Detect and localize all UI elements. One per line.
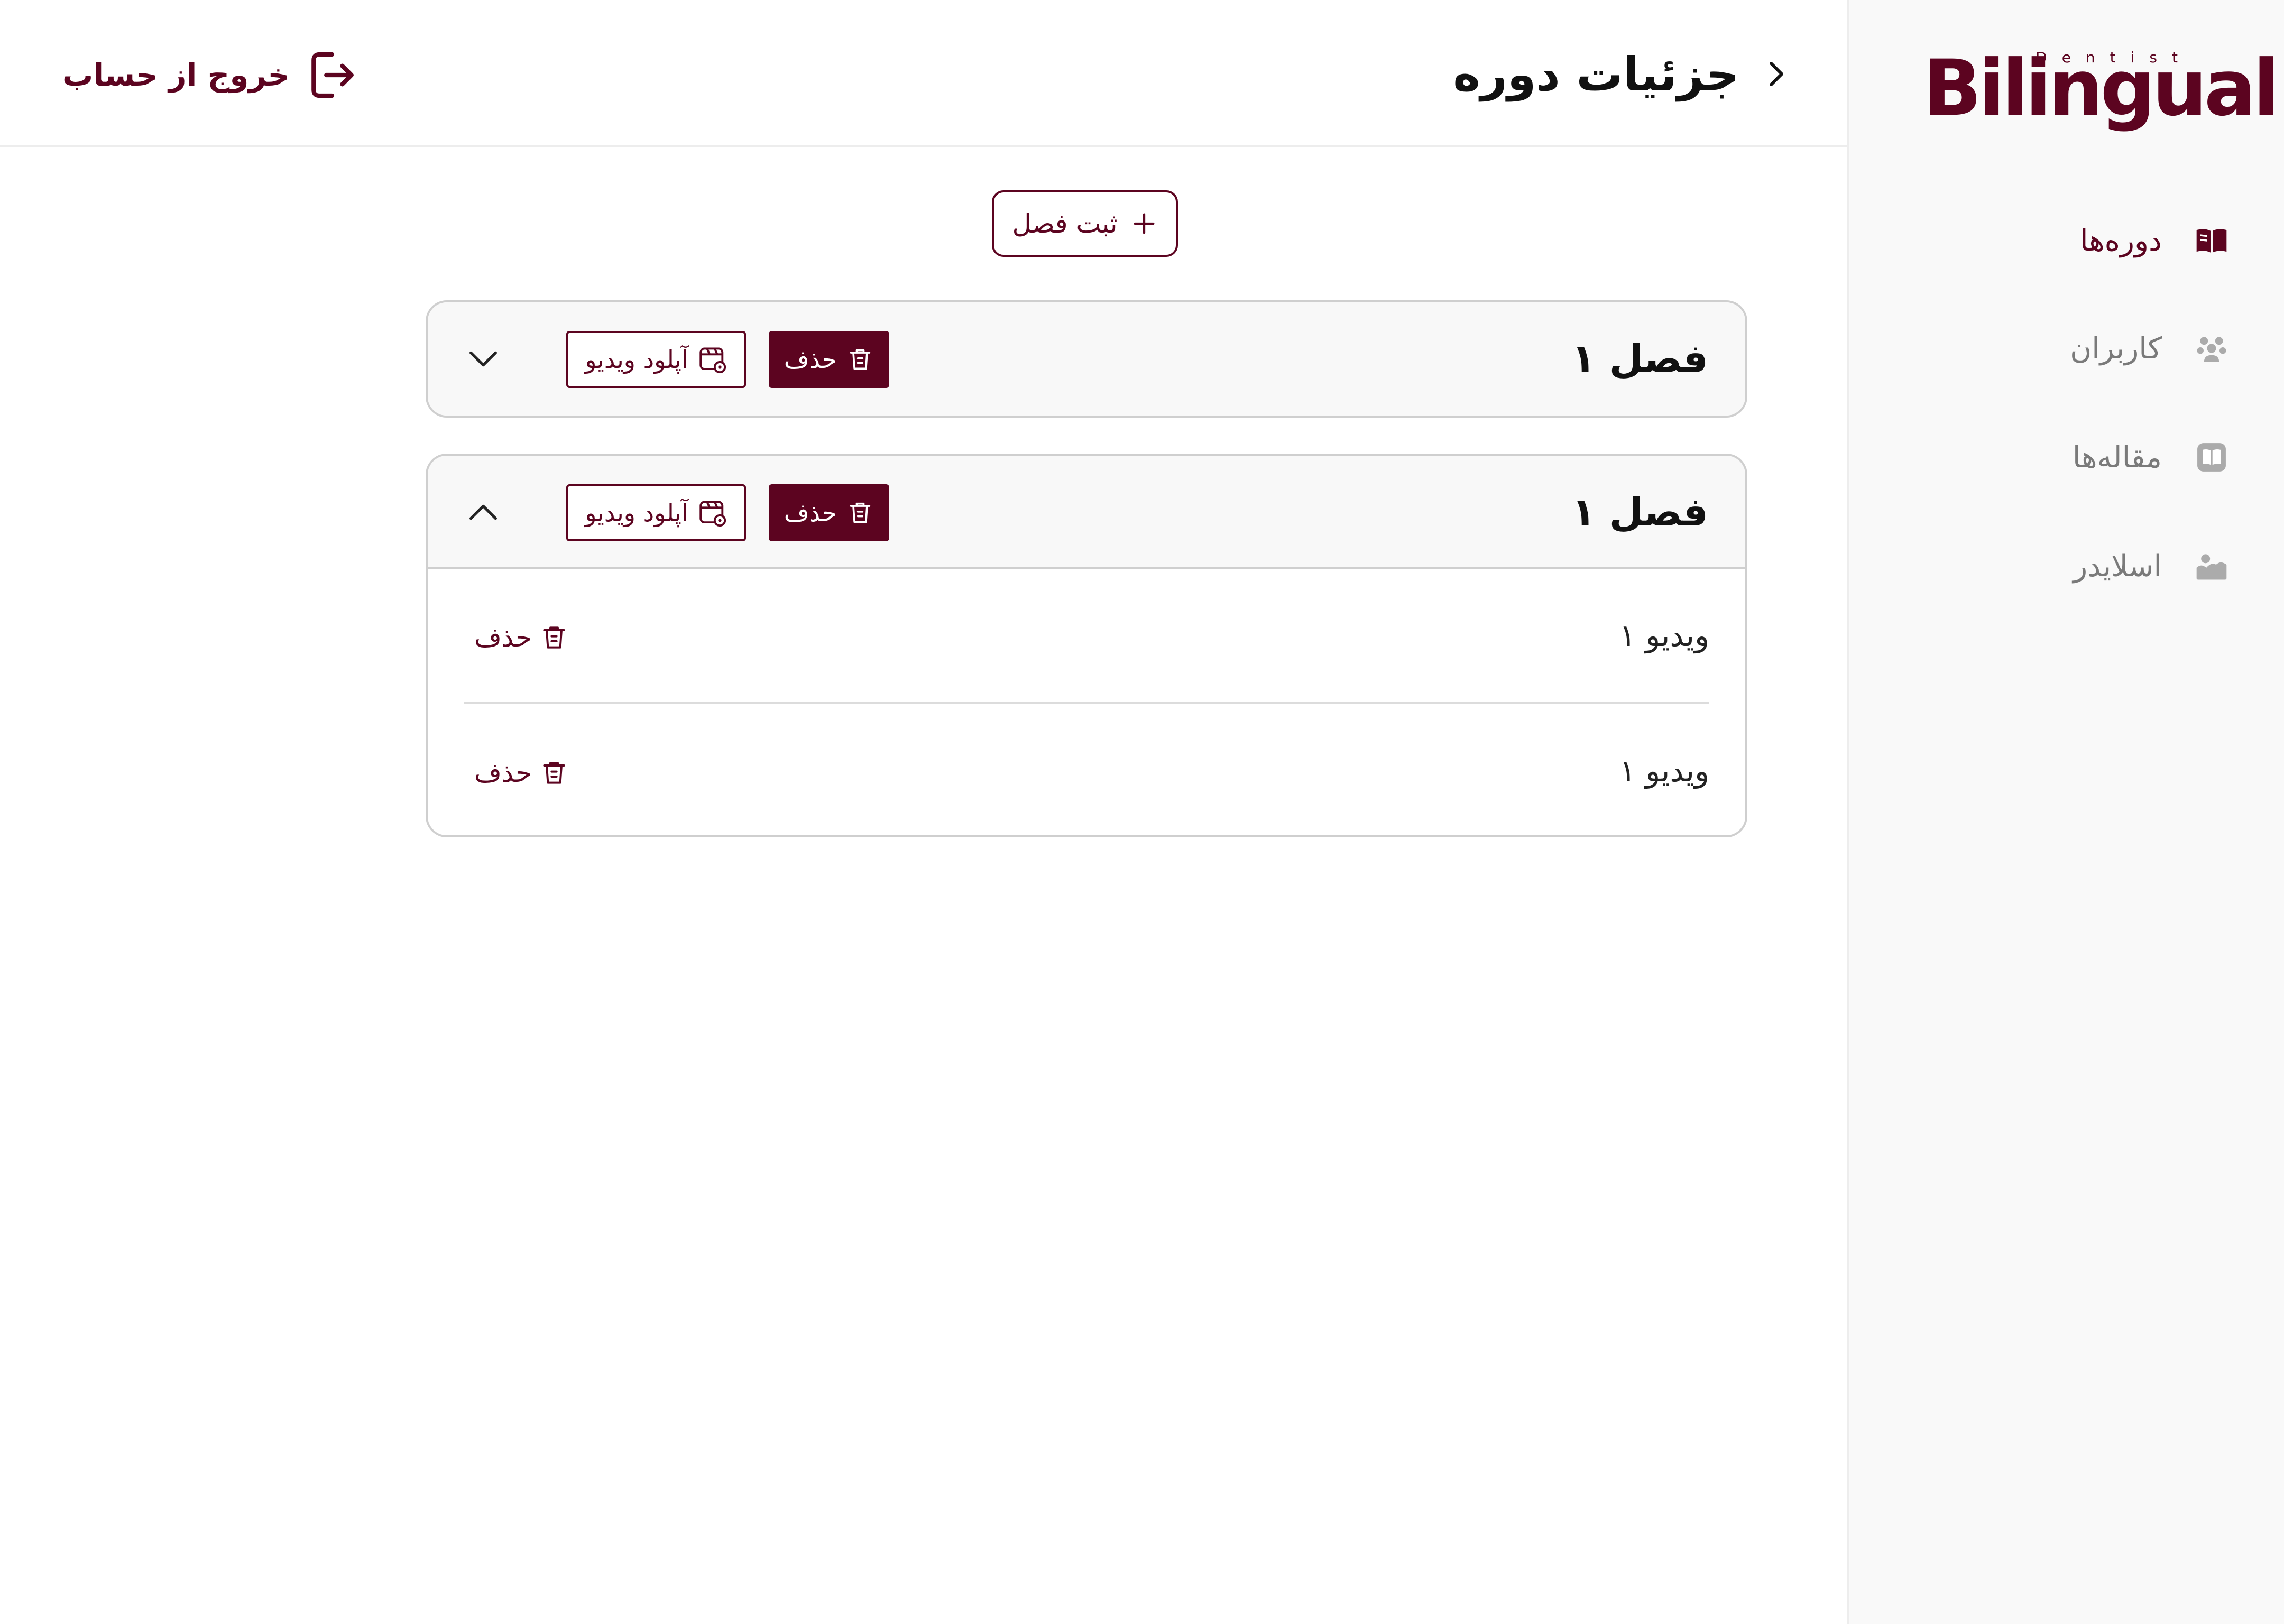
delete-chapter-label: حذف (784, 499, 837, 527)
video-row: ویدیو ۱ حذف (464, 702, 1709, 835)
delete-chapter-button[interactable]: حذف (769, 331, 889, 388)
chevron-down-icon[interactable] (465, 340, 502, 377)
delete-chapter-label: حذف (784, 345, 837, 374)
breadcrumb: جزئیات دوره (1453, 37, 1792, 111)
chevron-up-icon[interactable] (465, 494, 502, 531)
chapter-title: فصل ۱ (1571, 490, 1708, 535)
chapter-card: فصل ۱ حذف آپلود ویدیو (426, 454, 1747, 837)
delete-chapter-button[interactable]: حذف (769, 484, 889, 541)
article-icon (2197, 443, 2226, 472)
users-icon (2197, 337, 2226, 362)
chapter-card: فصل ۱ حذف آپلود ویدیو (426, 300, 1747, 418)
trash-icon (543, 762, 565, 784)
top-header: جزئیات دوره خروج از حساب (0, 0, 1847, 147)
video-title: ویدیو ۱ (1619, 753, 1709, 789)
book-open-icon (2196, 229, 2227, 253)
sidebar-item-slider[interactable]: اسلایدر (2007, 537, 2230, 595)
sidebar-item-label: کاربران (2070, 331, 2162, 366)
sidebar-item-courses[interactable]: دوره‌ها (2007, 211, 2230, 270)
trash-icon (850, 349, 871, 370)
chevron-right-icon[interactable] (1761, 56, 1792, 93)
upload-video-label: آپلود ویدیو (585, 499, 688, 527)
logout-label: خروج از حساب (62, 57, 290, 93)
trash-icon (543, 626, 565, 649)
logout-button[interactable]: خروج از حساب (62, 43, 360, 107)
chapter-title: فصل ۱ (1571, 336, 1708, 382)
page-title: جزئیات دوره (1453, 47, 1739, 102)
sidebar-item-label: دوره‌ها (2080, 223, 2162, 258)
sidebar: Bilingual Dentist دوره‌ها کاربران (1847, 0, 2284, 1624)
chapter-header[interactable]: فصل ۱ حذف آپلود ویدیو (428, 456, 1745, 569)
upload-video-label: آپلود ویدیو (585, 345, 688, 374)
add-chapter-label: ثبت فصل (1012, 208, 1118, 239)
video-upload-icon (699, 347, 726, 374)
sidebar-item-users[interactable]: کاربران (2007, 319, 2230, 377)
image-icon (2196, 554, 2227, 580)
delete-video-label: حذف (474, 758, 532, 788)
delete-video-button[interactable]: حذف (474, 752, 569, 794)
sidebar-item-articles[interactable]: مقاله‌ها (2007, 428, 2230, 486)
logout-icon (311, 52, 354, 98)
delete-video-label: حذف (474, 622, 532, 653)
delete-video-button[interactable]: حذف (474, 616, 569, 659)
video-row: ویدیو ۱ حذف (464, 569, 1709, 702)
video-upload-icon (699, 501, 726, 527)
sidebar-item-label: اسلایدر (2073, 549, 2162, 584)
plus-icon (1134, 213, 1155, 234)
chapter-header[interactable]: فصل ۱ حذف آپلود ویدیو (428, 302, 1745, 416)
trash-icon (850, 502, 871, 523)
add-chapter-button[interactable]: ثبت فصل (992, 190, 1178, 257)
sidebar-item-label: مقاله‌ها (2072, 440, 2162, 475)
video-list: ویدیو ۱ حذف ویدیو ۱ حذف (428, 569, 1745, 835)
video-title: ویدیو ۱ (1619, 617, 1709, 653)
upload-video-button[interactable]: آپلود ویدیو (566, 331, 746, 388)
upload-video-button[interactable]: آپلود ویدیو (566, 484, 746, 541)
brand-logo[interactable]: Bilingual Dentist (1923, 43, 2279, 133)
brand-tagline: Dentist (2036, 49, 2193, 66)
